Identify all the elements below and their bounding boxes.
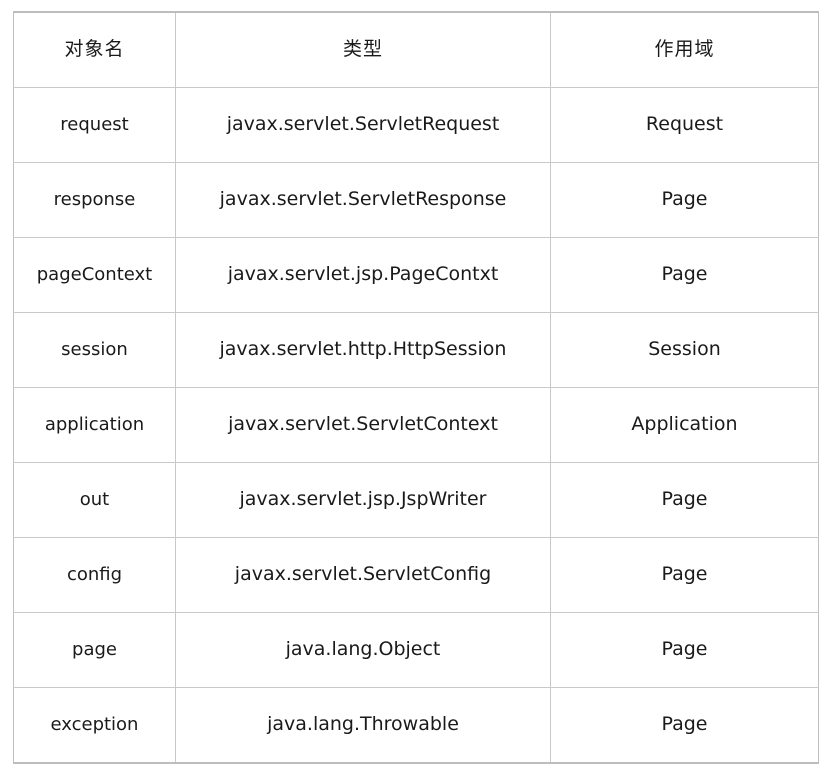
cell-object-name: exception bbox=[13, 687, 176, 764]
cell-type: javax.servlet.ServletRequest bbox=[175, 87, 551, 163]
cell-object-name: response bbox=[13, 162, 176, 238]
cell-type: javax.servlet.http.HttpSession bbox=[175, 312, 551, 388]
column-header-type: 类型 bbox=[175, 12, 551, 88]
table-row: out javax.servlet.jsp.JspWriter Page bbox=[13, 462, 819, 538]
cell-object-name: pageContext bbox=[13, 237, 176, 313]
cell-scope: Page bbox=[550, 462, 819, 538]
cell-type: java.lang.Throwable bbox=[175, 687, 551, 764]
cell-scope: Page bbox=[550, 162, 819, 238]
cell-scope: Page bbox=[550, 612, 819, 688]
cell-object-name: request bbox=[13, 87, 176, 163]
table-row: session javax.servlet.http.HttpSession S… bbox=[13, 312, 819, 388]
cell-type: javax.servlet.jsp.PageContxt bbox=[175, 237, 551, 313]
column-header-object-name: 对象名 bbox=[13, 12, 176, 88]
cell-scope: Application bbox=[550, 387, 819, 463]
cell-object-name: out bbox=[13, 462, 176, 538]
table-row: application javax.servlet.ServletContext… bbox=[13, 387, 819, 463]
cell-scope: Request bbox=[550, 87, 819, 163]
cell-scope: Page bbox=[550, 537, 819, 613]
table-header: 对象名 类型 作用域 bbox=[13, 12, 819, 88]
table-row: exception java.lang.Throwable Page bbox=[13, 687, 819, 764]
table-row: config javax.servlet.ServletConfig Page bbox=[13, 537, 819, 613]
table-row: page java.lang.Object Page bbox=[13, 612, 819, 688]
cell-type: javax.servlet.ServletConfig bbox=[175, 537, 551, 613]
table-row: pageContext javax.servlet.jsp.PageContxt… bbox=[13, 237, 819, 313]
cell-type: java.lang.Object bbox=[175, 612, 551, 688]
table-body: request javax.servlet.ServletRequest Req… bbox=[13, 87, 819, 764]
column-header-scope: 作用域 bbox=[550, 12, 819, 88]
cell-type: javax.servlet.ServletContext bbox=[175, 387, 551, 463]
table-row: response javax.servlet.ServletResponse P… bbox=[13, 162, 819, 238]
cell-type: javax.servlet.jsp.JspWriter bbox=[175, 462, 551, 538]
cell-scope: Page bbox=[550, 237, 819, 313]
cell-object-name: page bbox=[13, 612, 176, 688]
cell-type: javax.servlet.ServletResponse bbox=[175, 162, 551, 238]
cell-object-name: application bbox=[13, 387, 176, 463]
cell-scope: Session bbox=[550, 312, 819, 388]
table-header-row: 对象名 类型 作用域 bbox=[13, 12, 819, 88]
table-row: request javax.servlet.ServletRequest Req… bbox=[13, 87, 819, 163]
cell-object-name: config bbox=[13, 537, 176, 613]
cell-object-name: session bbox=[13, 312, 176, 388]
jsp-implicit-objects-table: 对象名 类型 作用域 request javax.servlet.Servlet… bbox=[13, 11, 819, 764]
jsp-implicit-objects-table-container: 对象名 类型 作用域 request javax.servlet.Servlet… bbox=[13, 11, 819, 764]
cell-scope: Page bbox=[550, 687, 819, 764]
